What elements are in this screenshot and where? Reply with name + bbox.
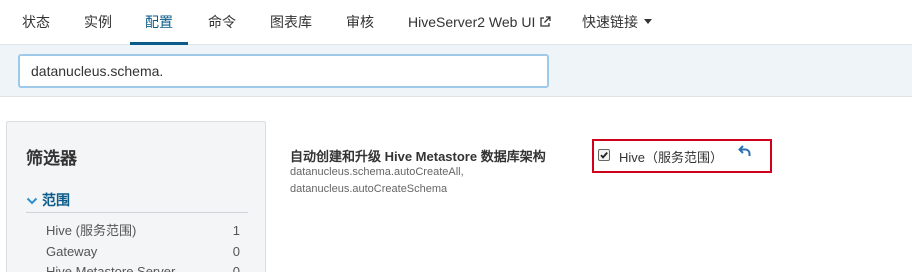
scope-item-count: 0	[232, 244, 240, 259]
scope-item-gateway[interactable]: Gateway 0	[46, 243, 240, 261]
scope-item-count: 0	[232, 264, 240, 272]
scope-item-label: Hive (服务范围)	[46, 223, 137, 238]
tab-status[interactable]: 状态	[22, 0, 50, 45]
config-value-highlight: Hive（服务范围）	[592, 139, 772, 173]
tab-hiveserver2-label: HiveServer2 Web UI	[408, 14, 536, 30]
scope-item-hive-service[interactable]: Hive (服务范围) 1	[46, 222, 240, 240]
tab-commands[interactable]: 命令	[208, 0, 236, 45]
checkmark-icon	[600, 152, 608, 159]
config-property-key: datanucleus.schema.autoCreateAll,	[290, 166, 464, 178]
scope-section-toggle[interactable]: 范围	[26, 190, 70, 210]
tab-quick-links-label: 快速链接	[582, 14, 638, 30]
tab-hiveserver2-web-ui[interactable]: HiveServer2 Web UI	[408, 0, 551, 45]
search-band	[0, 45, 912, 97]
undo-icon[interactable]	[738, 144, 752, 163]
filter-panel: 筛选器 范围 Hive (服务范围) 1 Gateway 0 Hive Meta…	[6, 121, 266, 272]
config-property-key: datanucleus.autoCreateSchema	[290, 183, 448, 195]
caret-down-icon	[644, 19, 652, 24]
tab-charts-library[interactable]: 图表库	[270, 0, 312, 45]
external-link-icon	[539, 1, 551, 45]
scope-item-label: Hive Metastore Server	[46, 264, 176, 272]
config-value-scope-label: Hive（服务范围）	[619, 150, 724, 165]
filter-title: 筛选器	[26, 149, 77, 168]
tab-audits[interactable]: 审核	[346, 0, 374, 45]
scope-item-label: Gateway	[46, 244, 98, 259]
top-tab-bar: 状态 实例 配置 命令 图表库 审核 HiveServer2 Web UI 快速…	[0, 0, 912, 45]
config-property-label: 自动创建和升级 Hive Metastore 数据库架构	[290, 149, 546, 164]
tab-configuration[interactable]: 配置	[130, 0, 188, 45]
config-search-input[interactable]	[18, 54, 549, 88]
scope-item-count: 1	[232, 223, 240, 238]
scope-label: 范围	[42, 192, 70, 208]
scope-item-hive-metastore-server[interactable]: Hive Metastore Server 0	[46, 263, 240, 272]
divider	[26, 212, 248, 213]
auto-create-schema-checkbox[interactable]	[598, 149, 610, 161]
tab-instances[interactable]: 实例	[84, 0, 112, 45]
chevron-down-icon	[26, 193, 38, 209]
tab-quick-links[interactable]: 快速链接	[582, 0, 652, 45]
